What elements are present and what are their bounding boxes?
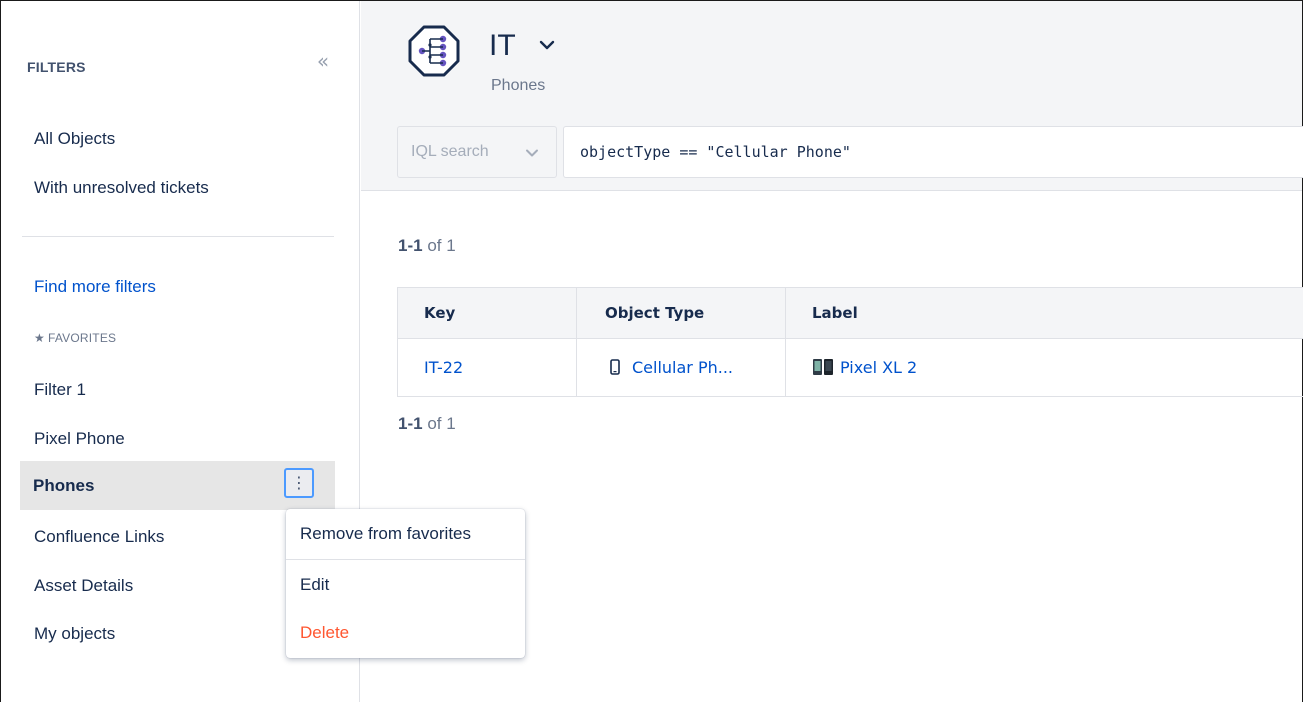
favorites-heading-label: FAVORITES [47, 331, 117, 345]
row-object-type-link[interactable]: Cellular Ph... [610, 340, 733, 396]
phone-thumbnail-icon [813, 358, 833, 375]
column-header-key[interactable]: Key [424, 288, 455, 339]
schema-name[interactable]: IT [489, 29, 516, 63]
search-mode-dropdown[interactable]: IQL search [397, 126, 557, 178]
more-actions-button[interactable]: ⋮ [284, 468, 314, 498]
find-more-filters-link[interactable]: Find more filters [34, 277, 156, 297]
favorite-my-objects[interactable]: My objects [34, 624, 115, 644]
row-key-link[interactable]: IT-22 [424, 340, 463, 396]
results-total: of 1 [427, 414, 456, 433]
column-divider [785, 288, 786, 396]
search-mode-label: IQL search [411, 143, 489, 160]
schema-subtitle: Phones [491, 77, 546, 94]
favorite-pixel-phone[interactable]: Pixel Phone [34, 429, 125, 449]
delete-item[interactable]: Delete [286, 623, 525, 643]
edit-item[interactable]: Edit [286, 575, 525, 595]
column-divider [576, 288, 577, 396]
iql-query-input[interactable]: objectType == "Cellular Phone" [563, 126, 1303, 178]
favorite-filter-1[interactable]: Filter 1 [34, 380, 86, 400]
chevron-down-icon [526, 149, 538, 157]
menu-divider [286, 559, 525, 560]
results-range: 1-1 [398, 236, 423, 255]
favorite-phones-label: Phones [33, 476, 95, 495]
schema-tree-icon [408, 25, 460, 77]
mobile-phone-icon [610, 358, 620, 375]
filter-all-objects[interactable]: All Objects [34, 129, 115, 149]
sidebar-divider [22, 236, 334, 237]
filters-title: FILTERS [27, 59, 86, 75]
collapse-sidebar-icon[interactable]: « [312, 51, 334, 73]
more-vertical-icon: ⋮ [291, 473, 307, 492]
column-header-label[interactable]: Label [812, 288, 858, 339]
row-object-type-label: Cellular Ph... [632, 358, 734, 377]
results-count-top: 1-1 of 1 [398, 236, 456, 256]
results-range: 1-1 [398, 414, 423, 433]
favorite-asset-details[interactable]: Asset Details [34, 576, 133, 596]
results-total: of 1 [427, 236, 456, 255]
filter-unresolved-tickets[interactable]: With unresolved tickets [34, 178, 209, 198]
column-header-object-type[interactable]: Object Type [605, 288, 704, 339]
favorite-confluence-links[interactable]: Confluence Links [34, 527, 164, 547]
schema-header: IT Phones IQL search objectType == "Cell… [361, 1, 1303, 191]
favorite-context-menu: Remove from favorites Edit Delete [286, 509, 525, 658]
chevron-down-icon[interactable] [537, 35, 557, 55]
star-icon: ★ [34, 331, 45, 345]
favorite-phones[interactable]: Phones ⋮ [20, 461, 335, 510]
results-count-bottom: 1-1 of 1 [398, 414, 456, 434]
favorites-heading: ★ FAVORITES [34, 331, 116, 345]
row-label-link[interactable]: Pixel XL 2 [812, 340, 917, 396]
remove-from-favorites-item[interactable]: Remove from favorites [286, 524, 525, 544]
results-table: Key Object Type Label IT-22 Cellular Ph.… [397, 287, 1303, 397]
row-label-text: Pixel XL 2 [840, 358, 918, 377]
